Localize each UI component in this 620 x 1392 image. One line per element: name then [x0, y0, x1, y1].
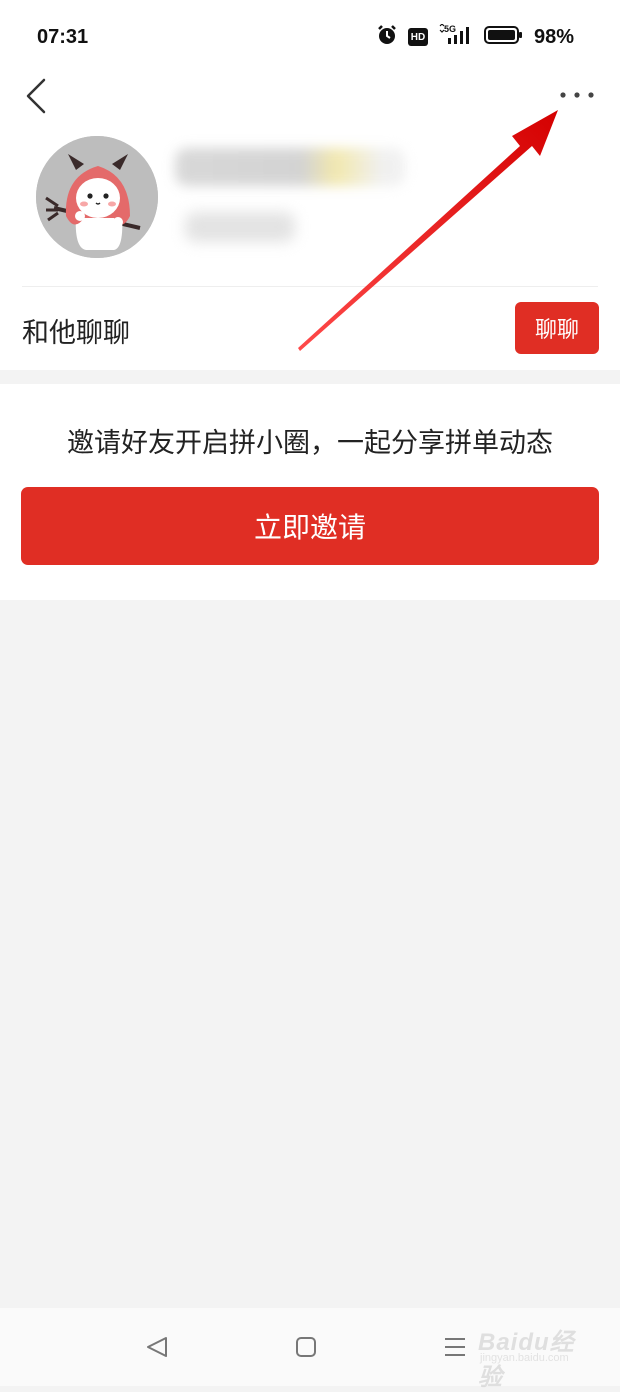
- top-area: 07:31 HD 5G 98% 和他聊聊 聊聊: [0, 0, 620, 370]
- status-time: 07:31: [37, 26, 89, 48]
- more-horizontal-icon: [560, 92, 594, 98]
- watermark-sub: jingyan.baidu.com: [480, 1352, 569, 1364]
- back-button[interactable]: [20, 74, 60, 118]
- more-button[interactable]: [552, 80, 602, 110]
- chat-row: 和他聊聊 聊聊: [0, 287, 620, 370]
- chevron-left-icon: [26, 78, 46, 114]
- status-bar: 07:31 HD 5G 98%: [0, 0, 620, 70]
- invite-card: 邀请好友开启拼小圈，一起分享拼单动态 立即邀请: [0, 384, 620, 600]
- back-triangle-icon: [147, 1337, 167, 1357]
- status-icons: HD 5G 98%: [376, 23, 574, 50]
- chat-label: 和他聊聊: [22, 318, 130, 349]
- devil-cartoon-avatar: [36, 136, 158, 258]
- hd-icon: HD: [407, 28, 428, 46]
- system-home-button[interactable]: [291, 1332, 321, 1362]
- alarm-icon: [376, 24, 398, 50]
- network-label: 5G: [444, 24, 456, 34]
- profile-header: [0, 130, 620, 280]
- signal-5g-icon: 5G: [438, 23, 474, 50]
- battery-percent: 98%: [533, 25, 574, 48]
- invite-now-button[interactable]: 立即邀请: [21, 487, 599, 565]
- nav-bar: [0, 70, 620, 120]
- blurred-username: [175, 148, 405, 186]
- blurred-subtitle: [185, 212, 295, 242]
- avatar[interactable]: [36, 136, 158, 258]
- home-square-icon: [296, 1337, 316, 1357]
- system-back-button[interactable]: [142, 1332, 172, 1362]
- chat-button[interactable]: 聊聊: [515, 302, 599, 354]
- battery-icon: [483, 25, 524, 49]
- menu-lines-icon: [445, 1338, 465, 1356]
- system-menu-button[interactable]: [440, 1332, 470, 1362]
- invite-message: 邀请好友开启拼小圈，一起分享拼单动态: [67, 428, 553, 459]
- baidu-jingyan-watermark: Baidu经验 jingyan.baidu.com: [478, 1322, 598, 1391]
